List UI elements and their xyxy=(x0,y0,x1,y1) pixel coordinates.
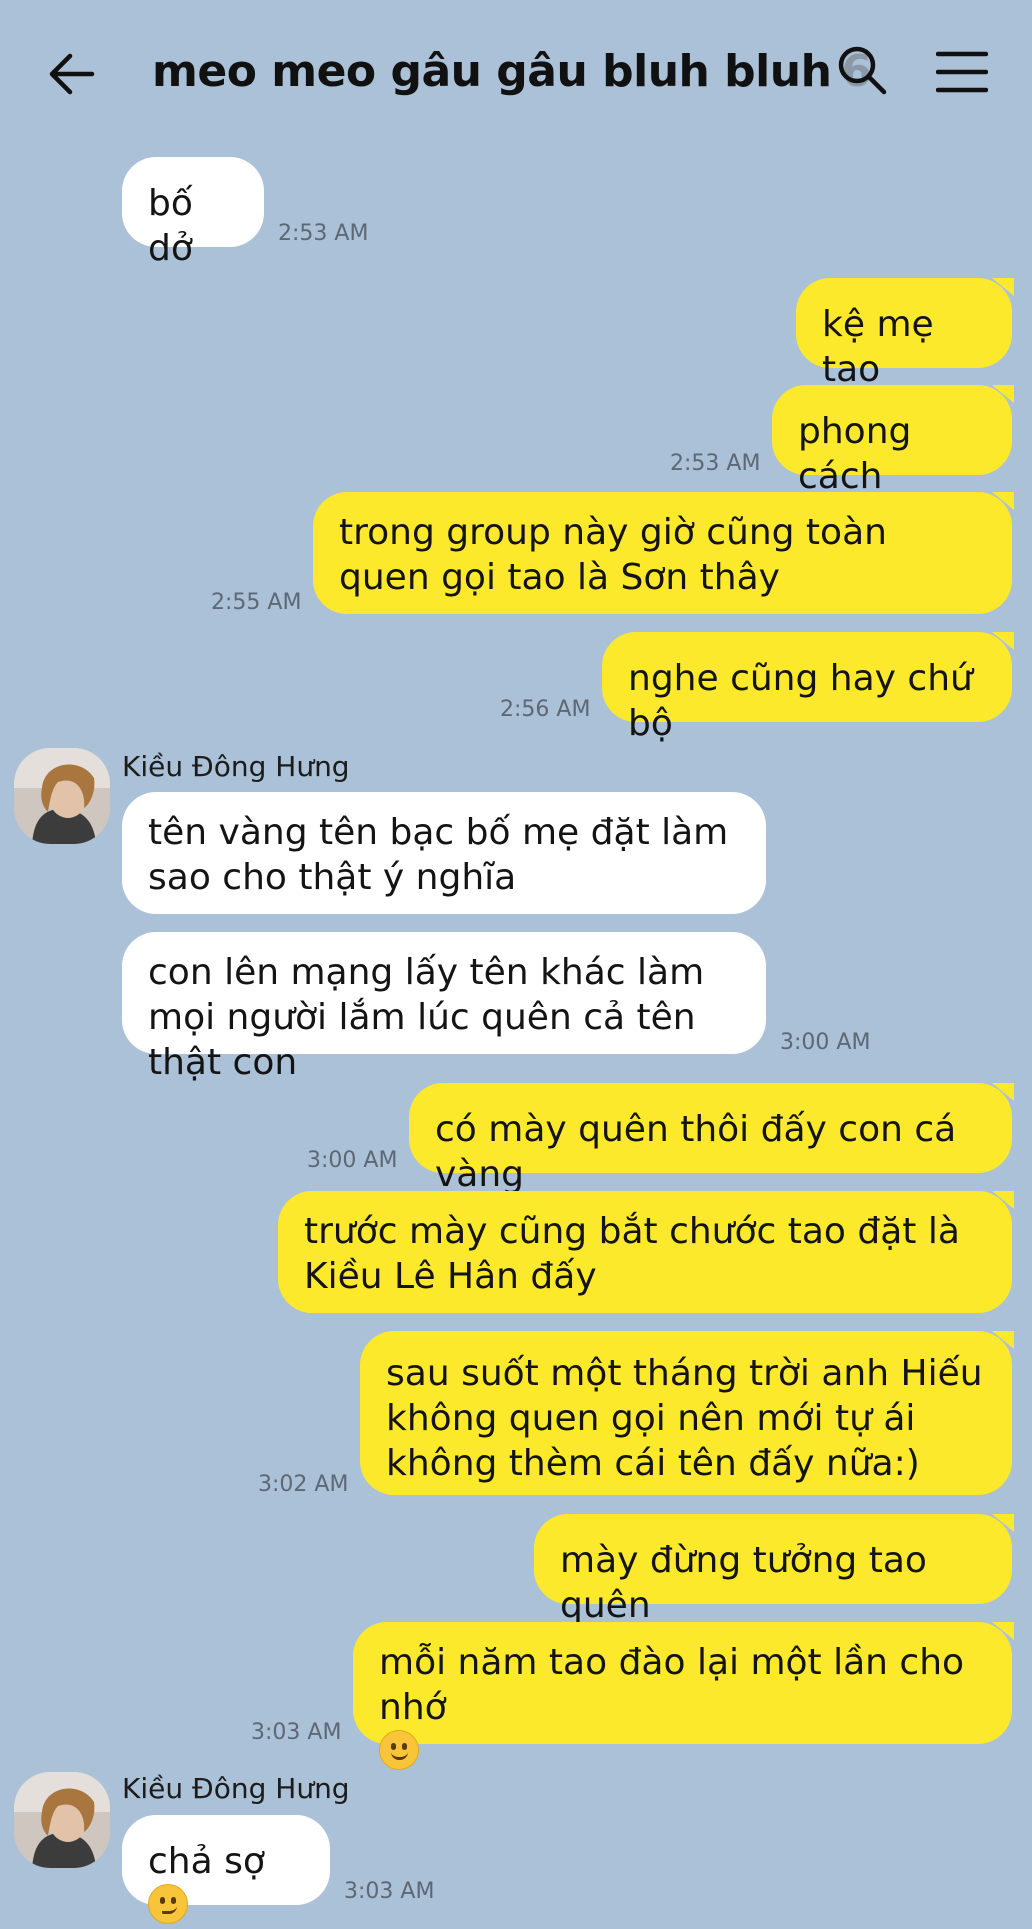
message-text: có mày quên thôi đấy con cá vàng xyxy=(435,1109,957,1195)
message-text: sau suốt một tháng trời anh Hiếu không q… xyxy=(386,1353,983,1484)
message-timestamp: 2:55 AM xyxy=(211,590,302,615)
arrow-left-icon[interactable] xyxy=(44,44,104,104)
outgoing-message-bubble[interactable]: phong cách xyxy=(772,385,1014,497)
message-text: phong cách xyxy=(798,411,912,497)
sender-avatar[interactable] xyxy=(14,748,110,844)
sender-name: Kiều Đông Hưng xyxy=(122,1772,350,1805)
message-text: chả sợ xyxy=(148,1841,265,1882)
smirking-face-emoji-icon xyxy=(148,1884,188,1924)
sender-name: Kiều Đông Hưng xyxy=(122,750,350,783)
chat-title[interactable]: meo meo gâu gâu bluh bluh 6 xyxy=(152,44,872,100)
message-timestamp: 2:56 AM xyxy=(500,697,591,722)
avatar-photo-icon xyxy=(14,1772,110,1868)
outgoing-message-bubble[interactable]: có mày quên thôi đấy con cá vàng xyxy=(409,1083,1014,1195)
message-text: tên vàng tên bạc bố mẹ đặt làm sao cho t… xyxy=(148,812,729,898)
chat-title-text: meo meo gâu gâu bluh bluh xyxy=(152,46,832,97)
message-text: bố dở xyxy=(148,183,193,269)
message-timestamp: 3:00 AM xyxy=(780,1030,871,1055)
outgoing-message-bubble[interactable]: kệ mẹ tao xyxy=(796,278,1014,390)
message-text: mỗi năm tao đào lại một lần cho nhớ xyxy=(379,1642,965,1728)
outgoing-message-bubble[interactable]: trước mày cũng bắt chước tao đặt là Kiều… xyxy=(278,1191,1014,1313)
incoming-message-bubble[interactable]: bố dở xyxy=(122,157,264,269)
message-timestamp: 3:03 AM xyxy=(344,1879,435,1904)
sender-avatar[interactable] xyxy=(14,1772,110,1868)
message-timestamp: 3:03 AM xyxy=(251,1720,342,1745)
incoming-message-bubble[interactable]: chả sợ xyxy=(122,1815,330,1924)
outgoing-message-bubble[interactable]: sau suốt một tháng trời anh Hiếu không q… xyxy=(360,1331,1014,1495)
message-timestamp: 2:53 AM xyxy=(670,451,761,476)
hamburger-menu-icon[interactable] xyxy=(936,48,988,96)
chat-header: meo meo gâu gâu bluh bluh 6 xyxy=(0,0,1032,140)
outgoing-message-bubble[interactable]: nghe cũng hay chứ bộ xyxy=(602,632,1014,744)
search-icon[interactable] xyxy=(836,44,888,96)
message-timestamp: 2:53 AM xyxy=(278,221,369,246)
incoming-message-bubble[interactable]: tên vàng tên bạc bố mẹ đặt làm sao cho t… xyxy=(122,792,766,914)
outgoing-message-bubble[interactable]: mỗi năm tao đào lại một lần cho nhớ xyxy=(353,1622,1014,1770)
avatar-photo-icon xyxy=(14,748,110,844)
outgoing-message-bubble[interactable]: trong group này giờ cũng toàn quen gọi t… xyxy=(313,492,1014,614)
message-text: nghe cũng hay chứ bộ xyxy=(628,658,973,744)
message-text: con lên mạng lấy tên khác làm mọi người … xyxy=(148,952,705,1083)
incoming-message-bubble[interactable]: con lên mạng lấy tên khác làm mọi người … xyxy=(122,932,766,1083)
message-text: trong group này giờ cũng toàn quen gọi t… xyxy=(339,512,887,598)
message-text: mày đừng tưởng tao quên xyxy=(560,1540,927,1626)
message-timestamp: 3:02 AM xyxy=(258,1472,349,1497)
outgoing-message-bubble[interactable]: mày đừng tưởng tao quên xyxy=(534,1514,1014,1626)
message-text: trước mày cũng bắt chước tao đặt là Kiều… xyxy=(304,1211,960,1297)
message-timestamp: 3:00 AM xyxy=(307,1148,398,1173)
slightly-smiling-face-emoji-icon xyxy=(379,1730,419,1770)
message-text: kệ mẹ tao xyxy=(822,304,934,390)
